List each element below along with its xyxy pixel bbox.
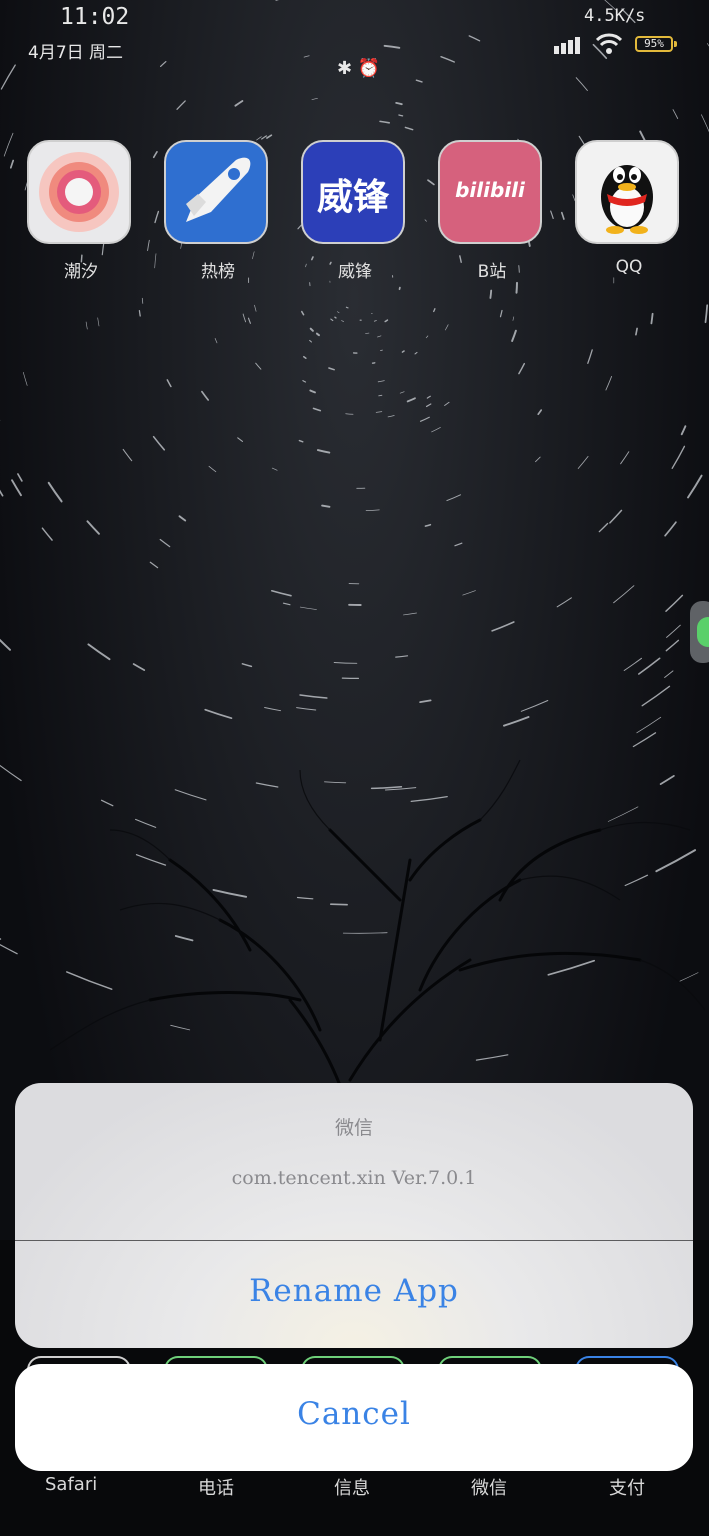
app-qq[interactable]: QQ <box>575 140 683 285</box>
app-label: 威锋 <box>338 262 372 282</box>
messages-peek-icon <box>697 617 709 647</box>
dock-label-safari: Safari <box>45 1474 98 1495</box>
rocket-app-icon[interactable] <box>164 140 268 244</box>
app-bilibili[interactable]: bilibili B站 <box>438 140 546 285</box>
cancel-button[interactable]: Cancel <box>15 1364 693 1471</box>
qq-penguin-app-icon[interactable] <box>575 140 679 244</box>
weifeng-logo-text: 威锋 <box>316 177 389 218</box>
bluetooth-alarm-icons: ✱ ⏰ <box>337 58 381 79</box>
weifeng-app-icon[interactable]: 威锋 <box>301 140 405 244</box>
app-label: B站 <box>477 262 507 282</box>
app-tide[interactable]: 潮汐 <box>27 140 135 285</box>
divider <box>15 1240 693 1241</box>
status-time: 11:02 <box>60 4 130 30</box>
rename-app-button[interactable]: Rename App <box>15 1273 693 1309</box>
action-sheet-title: 微信 <box>334 1117 373 1139</box>
network-speed: 4.5K/s <box>584 6 646 26</box>
app-label: 热榜 <box>201 262 235 282</box>
app-label: 潮汐 <box>64 262 98 282</box>
battery-icon: 95% <box>635 36 677 52</box>
action-sheet-subtitle: com.tencent.xin Ver.7.0.1 <box>231 1167 477 1189</box>
tide-app-icon[interactable] <box>27 140 131 244</box>
app-hot-list[interactable]: 热榜 <box>164 140 272 285</box>
dock-label-messages: 信息 <box>334 1478 370 1499</box>
wifi-icon <box>596 33 622 54</box>
app-weifeng[interactable]: 威锋 威锋 <box>301 140 409 285</box>
bilibili-app-icon[interactable]: bilibili <box>438 140 542 244</box>
side-drawer-handle[interactable] <box>690 601 709 663</box>
action-sheet: 微信 com.tencent.xin Ver.7.0.1 Rename App <box>15 1083 693 1348</box>
cancel-label: Cancel <box>297 1396 411 1432</box>
dock-label-alipay: 支付 <box>609 1478 645 1499</box>
dock-label-phone: 电话 <box>198 1478 234 1499</box>
bilibili-logo-text: bilibili <box>455 178 525 202</box>
status-date: 4月7日 周二 <box>28 43 124 63</box>
dock-label-wechat: 微信 <box>471 1478 507 1499</box>
app-label: QQ <box>615 257 643 277</box>
signal-bars-icon <box>554 36 586 54</box>
